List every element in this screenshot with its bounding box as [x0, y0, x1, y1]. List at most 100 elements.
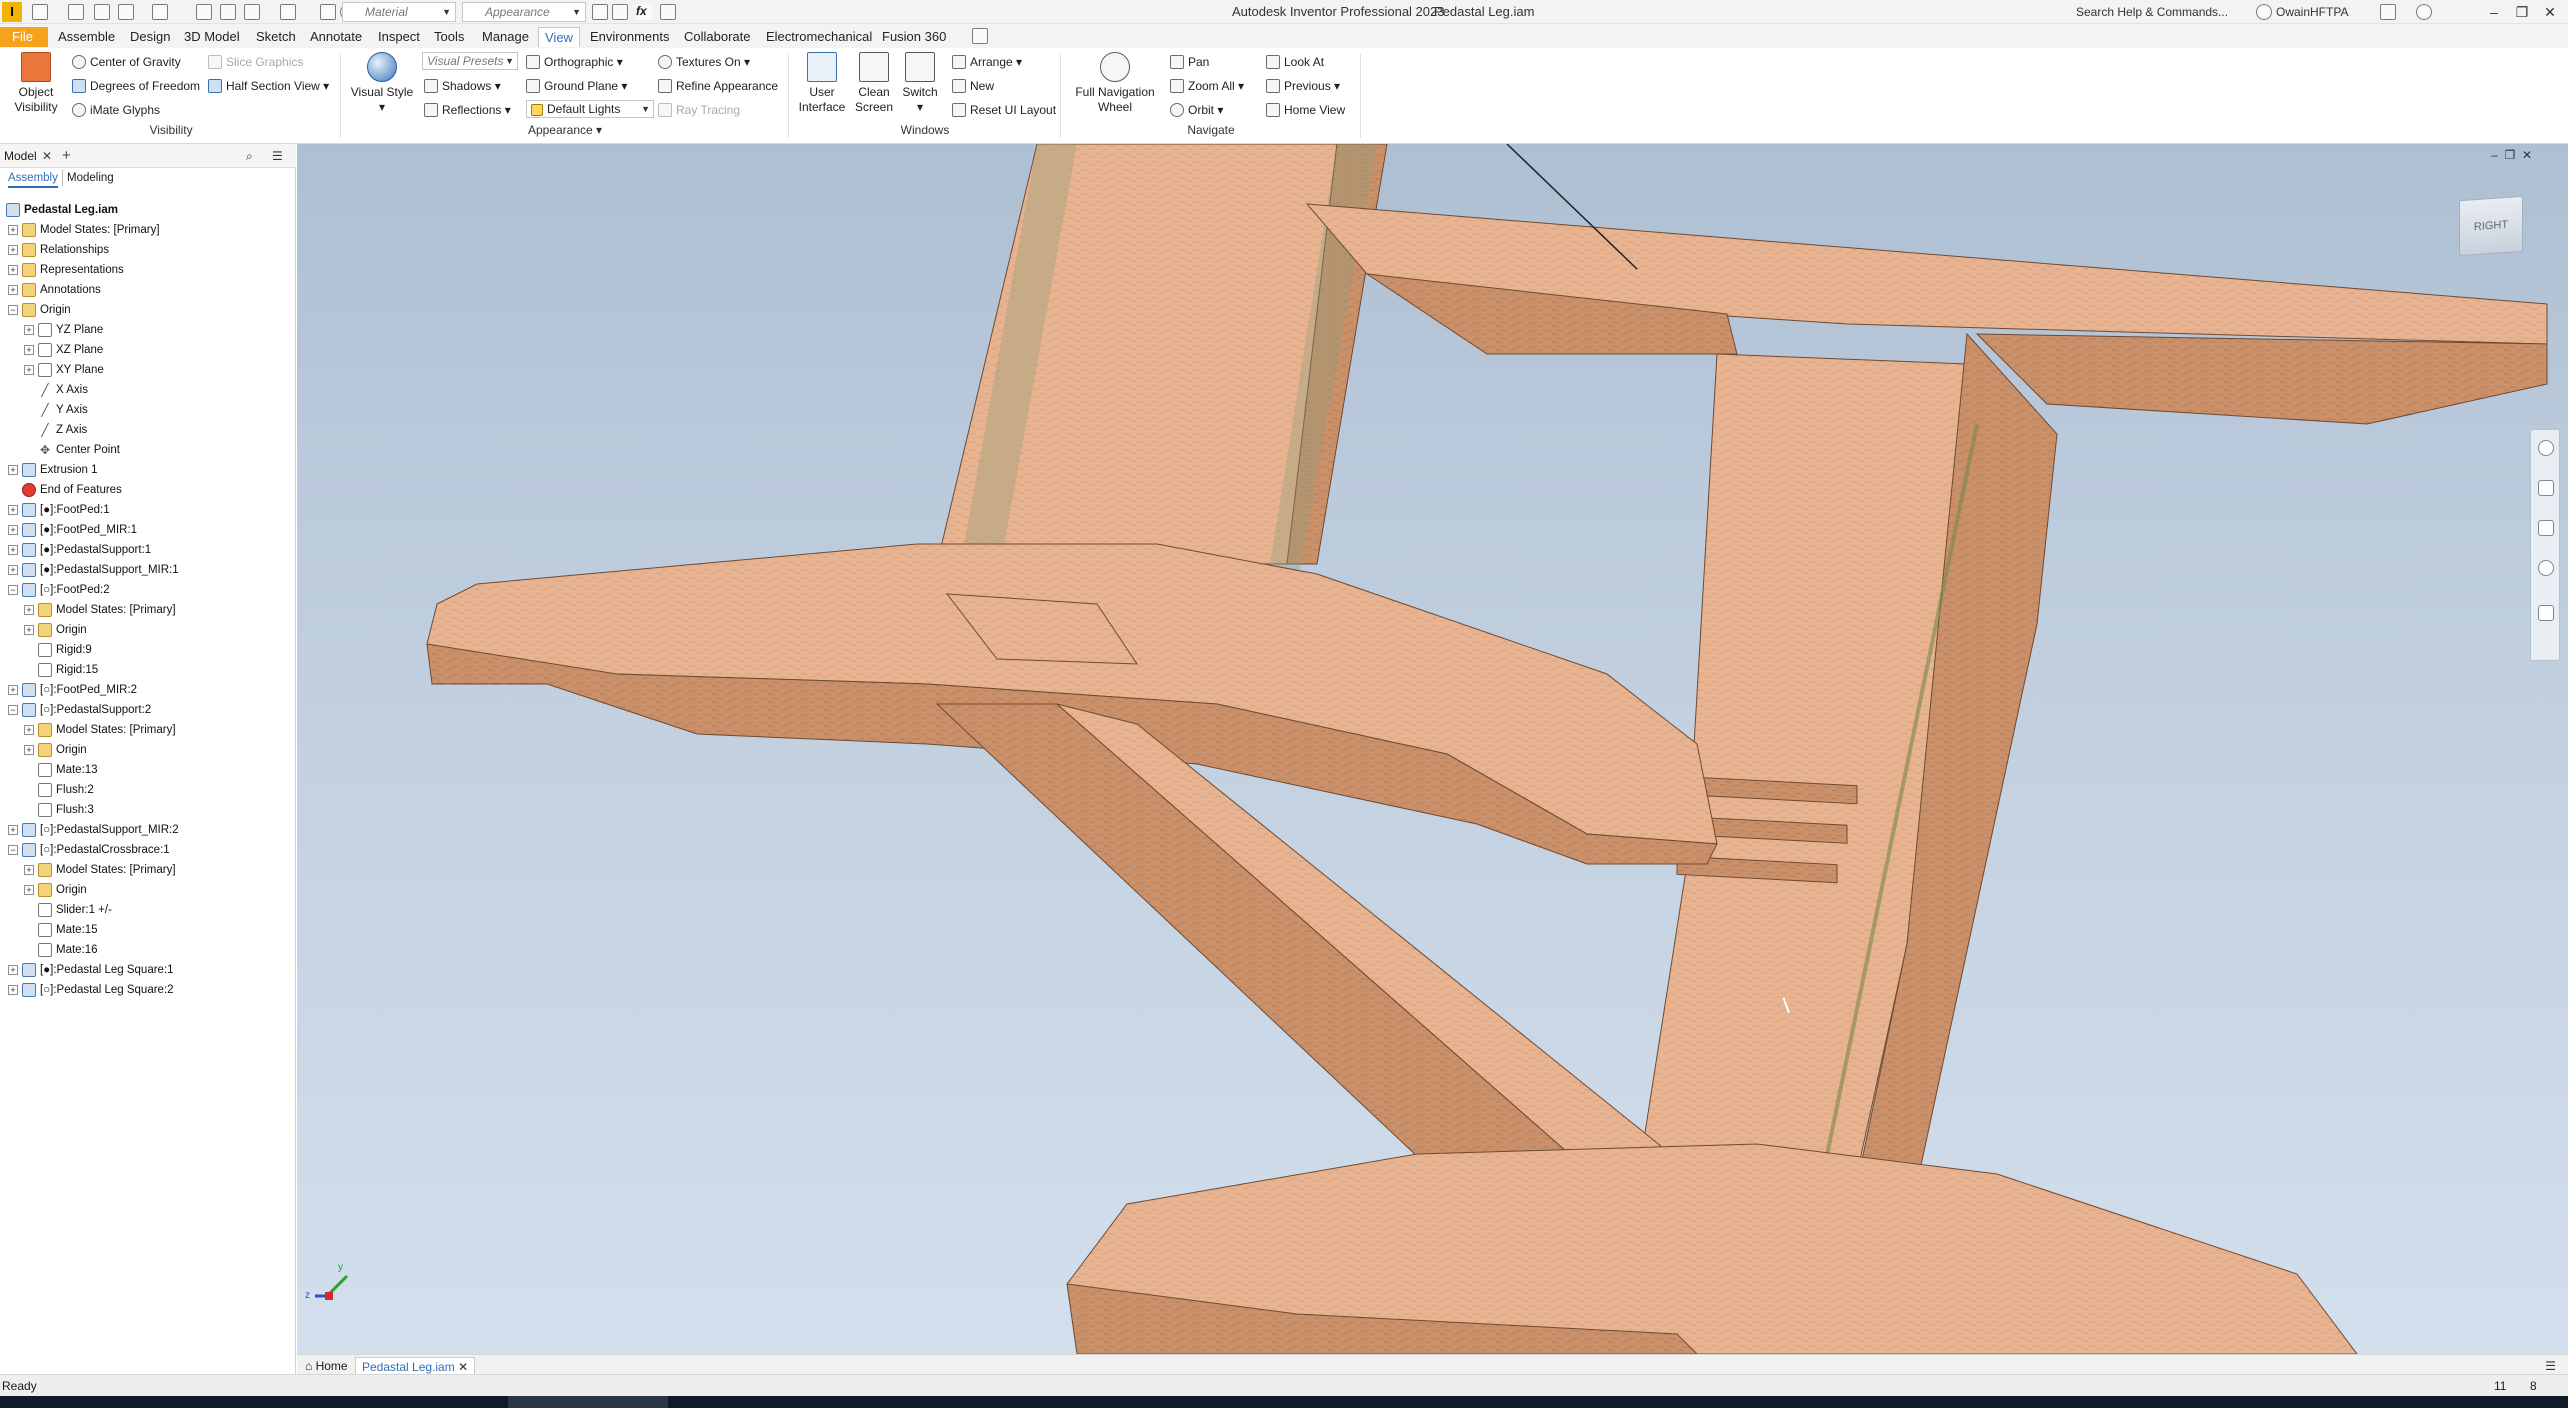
clear-appearance-icon[interactable] [612, 4, 628, 20]
expand-icon[interactable]: + [24, 325, 34, 335]
reflections-button[interactable]: Reflections ▾ [424, 102, 511, 118]
user-interface-button[interactable]: User Interface [794, 52, 850, 115]
expand-icon[interactable]: + [8, 985, 18, 995]
imate-glyphs-button[interactable]: iMate Glyphs [72, 102, 160, 118]
expand-icon[interactable]: + [8, 505, 18, 515]
app-logo[interactable]: I [2, 2, 22, 22]
expand-icon[interactable]: + [8, 465, 18, 475]
collapse-icon[interactable]: − [8, 705, 18, 715]
open-icon[interactable] [68, 4, 84, 20]
appearance-combo[interactable]: Appearance ▼ [462, 2, 586, 22]
degrees-of-freedom-button[interactable]: Degrees of Freedom [72, 78, 200, 94]
orthographic-button[interactable]: Orthographic ▾ [526, 54, 623, 70]
subtab-assembly[interactable]: Assembly [8, 170, 58, 188]
taskbar-app[interactable] [508, 1396, 668, 1408]
expand-icon[interactable]: + [24, 365, 34, 375]
half-section-view-button[interactable]: Half Section View ▾ [208, 78, 329, 94]
tab-model[interactable]: Model [4, 148, 37, 164]
home-view-button[interactable]: Home View [1266, 102, 1345, 118]
close-tab-icon[interactable]: ✕ [42, 148, 52, 164]
search-icon[interactable]: ⌕ [246, 148, 253, 164]
adjust-icon[interactable] [592, 4, 608, 20]
expand-icon[interactable]: + [8, 285, 18, 295]
cart-icon[interactable] [2380, 4, 2396, 20]
collapse-icon[interactable]: − [8, 305, 18, 315]
group-appearance-label[interactable]: Appearance ▾ [346, 122, 784, 138]
home-tab[interactable]: ⌂ Home [299, 1357, 354, 1375]
look-at-icon[interactable] [2538, 605, 2554, 621]
measure-icon[interactable] [320, 4, 336, 20]
look-at-button[interactable]: Look At [1266, 54, 1324, 70]
zoom-icon[interactable] [2538, 520, 2554, 536]
full-navigation-wheel-button[interactable]: Full Navigation Wheel [1066, 52, 1164, 115]
expand-icon[interactable]: + [24, 725, 34, 735]
menu-icon[interactable]: ☰ [272, 148, 283, 164]
steering-wheel-icon[interactable] [2538, 440, 2554, 456]
tab-fusion-360[interactable]: Fusion 360 [876, 27, 952, 47]
expand-icon[interactable]: + [8, 685, 18, 695]
help-icon[interactable] [2416, 4, 2432, 20]
lighting-combo[interactable]: Default Lights ▼ [526, 100, 654, 118]
visual-style-button[interactable]: Visual Style ▾ [346, 52, 418, 115]
collapse-icon[interactable]: − [8, 585, 18, 595]
user-name[interactable]: OwainHFTPA [2276, 3, 2348, 21]
add-tab-button[interactable]: + [62, 148, 71, 164]
expand-icon[interactable]: + [8, 825, 18, 835]
material-combo[interactable]: Material ▼ [342, 2, 456, 22]
panel-options-icon[interactable] [972, 28, 988, 44]
search-input[interactable]: Search Help & Commands... [2072, 2, 2244, 22]
tab-design[interactable]: Design [124, 27, 176, 47]
expand-icon[interactable]: + [24, 865, 34, 875]
plus-icon[interactable] [660, 4, 676, 20]
reset-ui-layout-button[interactable]: Reset UI Layout [952, 102, 1056, 118]
expand-icon[interactable]: + [8, 525, 18, 535]
expand-icon[interactable]: + [8, 545, 18, 555]
tab-3d-model[interactable]: 3D Model [178, 27, 246, 47]
viewport-window-controls[interactable]: – ❐ ✕ [2491, 148, 2532, 162]
expand-icon[interactable]: + [24, 745, 34, 755]
orbit-button[interactable]: Orbit ▾ [1170, 102, 1223, 118]
update-icon[interactable] [244, 4, 260, 20]
orbit-icon[interactable] [2538, 560, 2554, 576]
new-window-button[interactable]: New [952, 78, 994, 94]
expand-icon[interactable]: + [8, 245, 18, 255]
document-tab-pedastal-leg[interactable]: Pedastal Leg.iam ✕ [355, 1357, 476, 1375]
expand-icon[interactable]: + [24, 625, 34, 635]
arrange-button[interactable]: Arrange ▾ [952, 54, 1022, 70]
view-cube[interactable]: RIGHT [2459, 195, 2523, 257]
tab-environments[interactable]: Environments [584, 27, 675, 47]
previous-view-button[interactable]: Previous ▾ [1266, 78, 1340, 94]
close-tab-icon[interactable]: ✕ [458, 1360, 468, 1374]
shadows-button[interactable]: Shadows ▾ [424, 78, 501, 94]
tab-tools[interactable]: Tools [428, 27, 470, 47]
expand-icon[interactable]: + [24, 885, 34, 895]
select-icon[interactable] [280, 4, 296, 20]
tab-assemble[interactable]: Assemble [52, 27, 121, 47]
tab-sketch[interactable]: Sketch [250, 27, 302, 47]
tab-collaborate[interactable]: Collaborate [678, 27, 757, 47]
refine-appearance-button[interactable]: Refine Appearance [658, 78, 778, 94]
subtab-modeling[interactable]: Modeling [62, 170, 114, 186]
tab-electromechanical[interactable]: Electromechanical [760, 27, 878, 47]
copy-icon[interactable] [220, 4, 236, 20]
pan-button[interactable]: Pan [1170, 54, 1209, 70]
undo-icon[interactable] [118, 4, 134, 20]
expand-icon[interactable]: + [24, 605, 34, 615]
textures-on-button[interactable]: Textures On ▾ [658, 54, 750, 70]
zoom-all-button[interactable]: Zoom All ▾ [1170, 78, 1244, 94]
tab-file[interactable]: File [0, 27, 48, 47]
minimize-button[interactable]: – [2484, 2, 2504, 22]
switch-button[interactable]: Switch ▾ [898, 52, 942, 115]
home-icon[interactable] [196, 4, 212, 20]
clean-screen-button[interactable]: Clean Screen [852, 52, 896, 115]
pan-icon[interactable] [2538, 480, 2554, 496]
restore-button[interactable]: ❐ [2512, 2, 2532, 22]
tab-view[interactable]: View [538, 27, 580, 47]
save-icon[interactable] [94, 4, 110, 20]
object-visibility-button[interactable]: Object Visibility [6, 52, 66, 115]
expand-icon[interactable]: + [8, 965, 18, 975]
close-button[interactable]: ✕ [2540, 2, 2560, 22]
graphics-viewport[interactable]: y z RIGHT – ❐ ✕ [297, 144, 2568, 1354]
expand-icon[interactable]: + [8, 225, 18, 235]
redo-icon[interactable] [152, 4, 168, 20]
